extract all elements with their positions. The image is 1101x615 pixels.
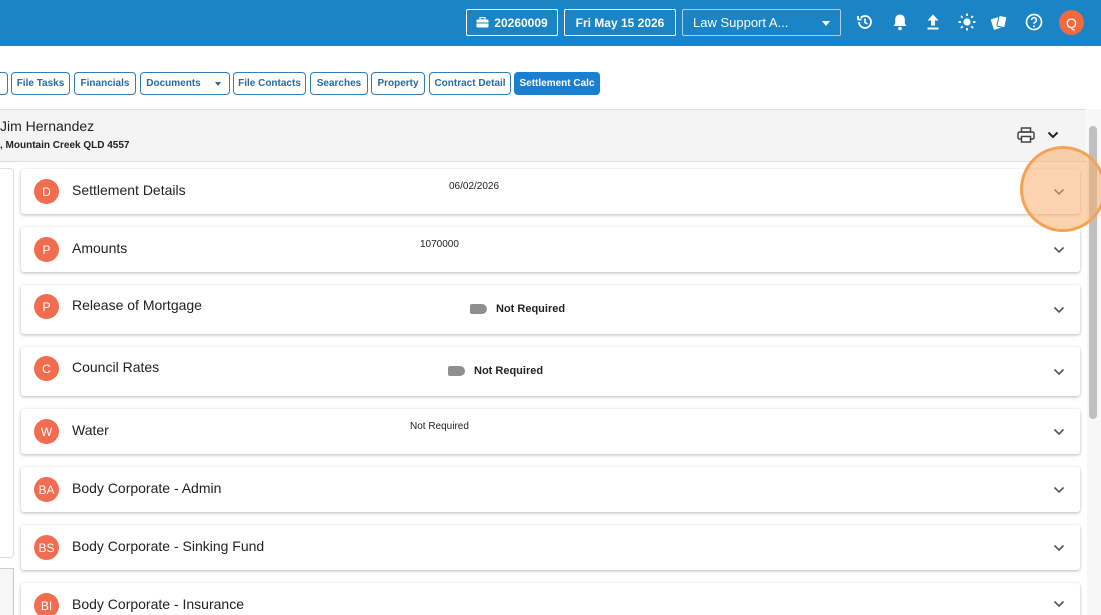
chevron-down-icon[interactable] — [1053, 306, 1065, 314]
tab-partial[interactable] — [0, 72, 8, 95]
section-water[interactable]: W Water Not Required — [21, 409, 1080, 454]
toggle-switch[interactable] — [470, 304, 487, 314]
toggle-switch[interactable] — [448, 366, 465, 376]
side-panel — [0, 168, 14, 558]
client-address: , Mountain Creek QLD 4557 — [0, 140, 130, 151]
bell-icon[interactable] — [889, 11, 911, 33]
section-settlement-details[interactable]: D Settlement Details 06/02/2026 — [21, 169, 1080, 214]
brightness-icon[interactable] — [956, 11, 978, 33]
section-badge: C — [34, 356, 59, 381]
briefcase-icon — [476, 17, 489, 28]
date-button[interactable]: Fri May 15 2026 — [564, 9, 676, 36]
client-name: Jim Hernandez — [0, 118, 95, 134]
history-icon[interactable] — [854, 11, 876, 33]
chevron-down-icon[interactable] — [1053, 544, 1065, 552]
amount-value: 1070000 — [420, 239, 459, 250]
council-rates-toggle[interactable]: Not Required — [448, 365, 543, 377]
section-title: Water — [72, 422, 109, 438]
section-title: Amounts — [72, 240, 128, 256]
section-badge: W — [34, 419, 59, 444]
section-title: Release of Mortgage — [72, 297, 202, 313]
print-icon[interactable] — [1017, 127, 1035, 143]
tab-searches[interactable]: Searches — [310, 72, 368, 95]
section-body-corporate-sinking-fund[interactable]: BS Body Corporate - Sinking Fund — [21, 525, 1080, 570]
firm-select[interactable]: Law Support A... — [682, 9, 841, 36]
section-title: Body Corporate - Insurance — [72, 596, 244, 612]
tab-label: Settlement Calc — [519, 78, 595, 89]
documents-dropdown-button[interactable] — [206, 72, 230, 95]
badge-label: D — [42, 184, 51, 199]
help-icon[interactable] — [1023, 11, 1045, 33]
chevron-down-icon[interactable] — [1046, 129, 1060, 141]
tab-contract-detail[interactable]: Contract Detail — [429, 72, 511, 95]
section-title: Council Rates — [72, 359, 160, 375]
chevron-down-icon[interactable] — [1053, 428, 1065, 436]
client-header — [0, 109, 1086, 162]
tab-file-contacts[interactable]: File Contacts — [233, 72, 306, 95]
tab-financials[interactable]: Financials — [74, 72, 136, 95]
toggle-label: Not Required — [496, 303, 566, 315]
tab-documents[interactable]: Documents — [140, 72, 207, 95]
file-number-button[interactable]: 20260009 — [466, 9, 558, 36]
section-body-corporate-insurance[interactable]: BI Body Corporate - Insurance — [21, 583, 1080, 615]
section-badge: P — [34, 237, 59, 262]
section-council-rates[interactable]: C Council Rates Not Required — [21, 347, 1080, 396]
caret-down-icon — [822, 21, 830, 26]
badge-label: BA — [38, 482, 55, 497]
section-badge: P — [34, 294, 59, 319]
badge-label: W — [40, 424, 53, 439]
date-label: Fri May 15 2026 — [575, 15, 665, 30]
chevron-down-icon[interactable] — [1053, 486, 1065, 494]
section-amounts[interactable]: P Amounts 1070000 — [21, 227, 1080, 272]
section-body-corporate-admin[interactable]: BA Body Corporate - Admin — [21, 467, 1080, 512]
badge-label: BS — [38, 540, 55, 555]
tab-label: Property — [377, 78, 419, 89]
user-avatar[interactable]: Q — [1059, 10, 1084, 35]
section-release-of-mortgage[interactable]: P Release of Mortgage Not Required — [21, 285, 1080, 334]
badge-label: C — [42, 361, 51, 376]
chevron-down-icon[interactable] — [1053, 368, 1065, 376]
tab-label: Contract Detail — [434, 78, 506, 89]
section-badge: BS — [34, 535, 59, 560]
badge-label: P — [42, 242, 51, 257]
chevron-down-icon[interactable] — [1053, 246, 1065, 254]
top-bar: 20260009 Fri May 15 2026 Law Support A..… — [0, 0, 1101, 46]
tab-file-tasks[interactable]: File Tasks — [11, 72, 70, 95]
badge-label: P — [42, 299, 51, 314]
section-title: Settlement Details — [72, 182, 186, 198]
click-indicator — [1020, 146, 1101, 232]
avatar-letter: Q — [1066, 14, 1077, 31]
water-value: Not Required — [410, 421, 469, 432]
firm-select-value: Law Support A... — [693, 15, 789, 30]
section-title: Body Corporate - Sinking Fund — [72, 538, 265, 554]
section-badge: BI — [34, 593, 59, 615]
tab-settlement-calc[interactable]: Settlement Calc — [514, 72, 600, 95]
section-badge: BA — [34, 477, 59, 502]
tab-label: Financials — [80, 78, 130, 89]
toggle-label: Not Required — [474, 365, 544, 377]
release-mortgage-toggle[interactable]: Not Required — [470, 303, 565, 315]
tab-label: File Tasks — [16, 78, 65, 89]
upload-icon[interactable] — [922, 11, 944, 33]
section-title: Body Corporate - Admin — [72, 480, 222, 496]
cards-icon[interactable] — [989, 11, 1011, 33]
badge-label: BI — [40, 598, 53, 613]
tab-property[interactable]: Property — [371, 72, 425, 95]
chevron-down-icon[interactable] — [1053, 600, 1065, 608]
tab-label: File Contacts — [238, 78, 301, 89]
side-panel-lower — [0, 568, 14, 615]
tab-label: Documents — [146, 78, 201, 89]
caret-down-icon — [214, 81, 221, 86]
settlement-date-value: 06/02/2026 — [449, 181, 500, 192]
file-number-label: 20260009 — [494, 15, 548, 30]
section-badge: D — [34, 179, 59, 204]
tab-label: Searches — [316, 78, 362, 89]
